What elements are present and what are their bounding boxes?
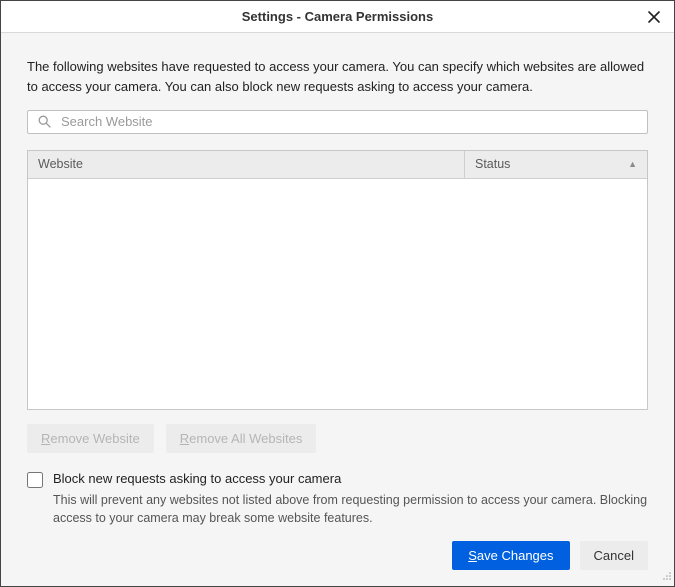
sort-ascending-icon: ▲ <box>628 159 637 169</box>
table-body <box>28 179 647 409</box>
search-input[interactable] <box>59 113 637 130</box>
save-changes-button[interactable]: Save Changes <box>452 541 569 570</box>
block-new-requests-label[interactable]: Block new requests asking to access your… <box>53 471 341 486</box>
dialog-footer: Save Changes Cancel <box>27 541 648 570</box>
search-field-wrap[interactable] <box>27 110 648 134</box>
window-title: Settings - Camera Permissions <box>242 9 433 24</box>
column-header-status[interactable]: Status ▲ <box>465 151 647 178</box>
column-header-status-label: Status <box>475 157 510 171</box>
column-header-website[interactable]: Website <box>28 151 465 178</box>
search-icon <box>38 115 51 128</box>
block-new-requests-row: Block new requests asking to access your… <box>27 471 648 488</box>
block-new-requests-description: This will prevent any websites not liste… <box>53 491 648 527</box>
intro-text: The following websites have requested to… <box>27 57 648 96</box>
remove-button-row: Remove Website Remove All Websites <box>27 424 648 453</box>
titlebar: Settings - Camera Permissions <box>1 1 674 33</box>
column-header-website-label: Website <box>38 157 83 171</box>
remove-website-button[interactable]: Remove Website <box>27 424 154 453</box>
dialog-content: The following websites have requested to… <box>1 33 674 586</box>
block-new-requests-checkbox[interactable] <box>27 472 43 488</box>
close-icon <box>648 11 660 23</box>
remove-all-websites-button[interactable]: Remove All Websites <box>166 424 317 453</box>
permissions-table: Website Status ▲ <box>27 150 648 410</box>
table-header: Website Status ▲ <box>28 151 647 179</box>
close-button[interactable] <box>642 5 666 29</box>
cancel-button[interactable]: Cancel <box>580 541 648 570</box>
